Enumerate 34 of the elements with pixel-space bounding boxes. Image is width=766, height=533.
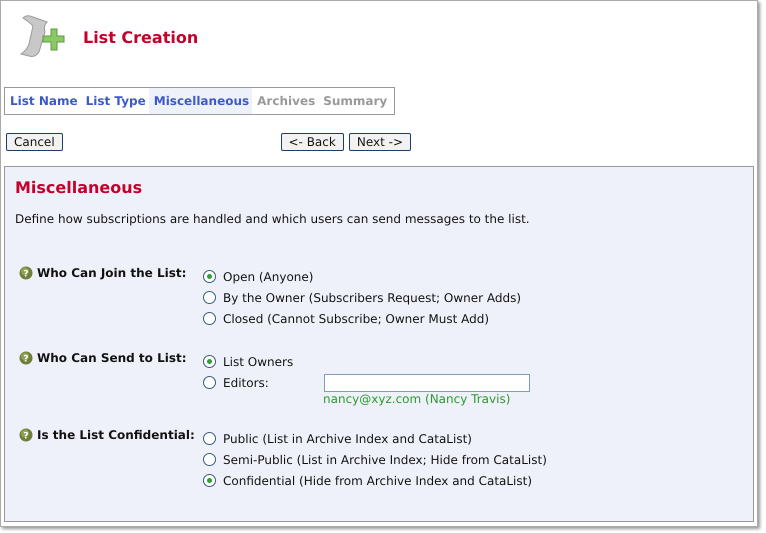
radio-button[interactable]: [203, 312, 216, 325]
radio-button[interactable]: [203, 291, 216, 304]
page-title: List Creation: [83, 28, 198, 46]
cancel-button[interactable]: Cancel: [6, 133, 63, 151]
help-icon[interactable]: ?: [19, 428, 33, 442]
wizard-tab[interactable]: List Type: [80, 88, 149, 114]
option-label: Closed (Cannot Subscribe; Owner Must Add): [223, 312, 490, 326]
wizard-tab[interactable]: List Name: [5, 88, 81, 114]
group-label: Who Can Send to List:: [37, 351, 187, 365]
editors-field[interactable]: [324, 374, 530, 392]
next-button[interactable]: Next ->: [348, 133, 411, 151]
description: Define how subscriptions are handled and which users can send messages to the list.: [15, 212, 531, 226]
option-label: Semi-Public (List in Archive Index; Hide from CataList): [223, 452, 547, 466]
back-button[interactable]: <- Back: [280, 133, 344, 151]
radio-button[interactable]: [203, 376, 216, 389]
option-label: By the Owner (Subscribers Request; Owner Adds): [223, 290, 522, 304]
radio-button[interactable]: [203, 270, 216, 283]
radio-button[interactable]: [203, 474, 216, 487]
radio-button[interactable]: [203, 432, 216, 445]
option-label: Confidential (Hide from Archive Index and CataList): [223, 474, 532, 488]
radio-button[interactable]: [203, 355, 216, 368]
option-label: Public (List in Archive Index and CataList): [223, 432, 472, 446]
editor-hint: nancy@xyz.com (Nancy Travis): [323, 392, 512, 406]
scroll-plus-icon: [17, 14, 65, 60]
option-label: Editors:: [223, 376, 270, 390]
option-label: List Owners: [223, 354, 294, 368]
section-title: Miscellaneous: [15, 178, 144, 197]
option-label: Open (Anyone): [223, 270, 314, 284]
help-icon[interactable]: ?: [19, 351, 33, 365]
wizard-tab[interactable]: Miscellaneous: [148, 88, 252, 114]
group-label: Is the List Confidential:: [37, 428, 195, 442]
radio-button[interactable]: [203, 453, 216, 466]
group-label: Who Can Join the List:: [37, 266, 186, 280]
help-icon[interactable]: ?: [19, 266, 33, 280]
